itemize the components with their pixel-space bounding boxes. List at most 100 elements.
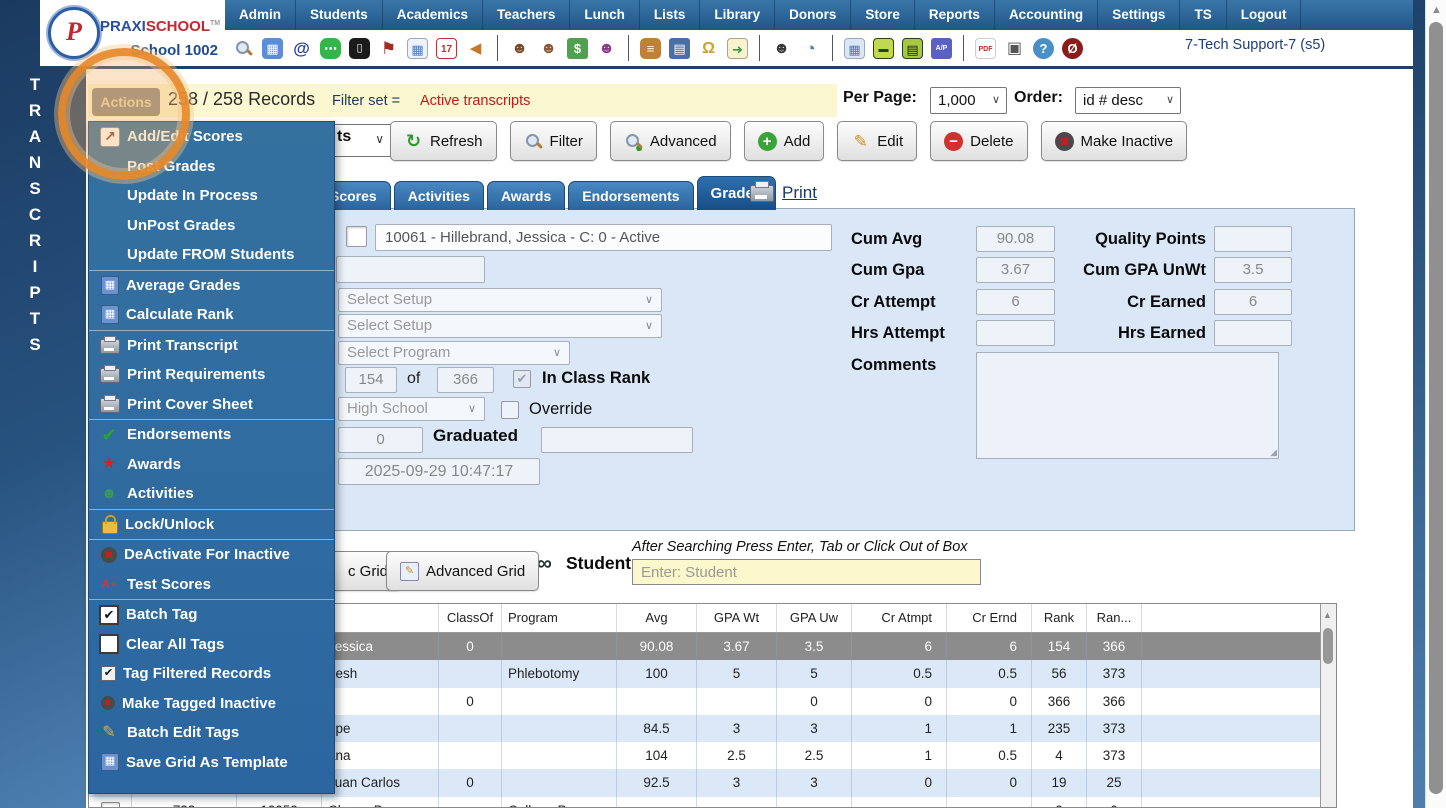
phone-icon[interactable]: ▯ <box>349 37 370 59</box>
alarm-clock-icon[interactable]: ◔ <box>800 38 821 59</box>
flag-icon[interactable]: ⚑ <box>378 38 399 59</box>
column-header[interactable]: Avg <box>617 604 697 632</box>
scroll-up-icon[interactable]: ▲ <box>1323 610 1332 620</box>
nav-lunch[interactable]: Lunch <box>570 0 640 30</box>
menu-calculate-rank[interactable]: ▦ Calculate Rank <box>89 300 334 330</box>
menu-print-cover-sheet[interactable]: Print Cover Sheet <box>89 390 334 420</box>
make-inactive-button[interactable]: Make Inactive <box>1040 121 1188 161</box>
nav-academics[interactable]: Academics <box>383 0 484 30</box>
nav-settings[interactable]: Settings <box>1098 0 1181 30</box>
hrs-earned-field[interactable] <box>1214 320 1292 346</box>
menu-print-requirements[interactable]: Print Requirements <box>89 360 334 390</box>
nav-admin[interactable]: Admin <box>225 0 296 30</box>
nav-students[interactable]: Students <box>296 0 383 30</box>
cash-register-icon[interactable]: ▣ <box>1004 38 1025 59</box>
menu-save-grid-as-template[interactable]: ▦ Save Grid As Template <box>89 748 334 778</box>
browser-scrollbar[interactable]: ▲ <box>1425 0 1446 808</box>
toolbar-divider[interactable] <box>628 35 629 61</box>
school-level-select[interactable]: High School ∨ <box>338 397 485 421</box>
column-header[interactable]: Program <box>502 604 617 632</box>
advanced-button[interactable]: Advanced <box>609 121 731 161</box>
grid-scrollbar-thumb[interactable] <box>1323 628 1333 664</box>
tab-endorsements[interactable]: Endorsements <box>568 181 694 210</box>
toolbar-divider[interactable] <box>832 35 833 61</box>
column-header[interactable] <box>322 604 439 632</box>
toolbar-divider[interactable] <box>497 35 498 61</box>
student-search-input[interactable] <box>632 559 981 585</box>
student-icon[interactable]: ☻ <box>538 38 559 59</box>
menu-print-transcript[interactable]: Print Transcript <box>89 329 334 361</box>
menu-awards[interactable]: ★ Awards <box>89 450 334 480</box>
money-icon[interactable]: $ <box>567 37 588 59</box>
column-header[interactable]: GPA Uw <box>777 604 852 632</box>
class-rank-total-field[interactable]: 366 <box>437 367 494 393</box>
override-checkbox[interactable] <box>501 401 519 419</box>
nav-teachers[interactable]: Teachers <box>483 0 571 30</box>
tab-activities[interactable]: Activities <box>393 181 484 210</box>
menu-batch-tag[interactable]: ✔ Batch Tag <box>89 599 334 630</box>
menu-endorsements[interactable]: ✔ Endorsements <box>89 419 334 450</box>
staff-icon[interactable]: ☻ <box>771 38 792 59</box>
bell-icon[interactable]: Ω <box>698 38 719 59</box>
toolbar-divider[interactable] <box>759 35 760 61</box>
tab-awards[interactable]: Awards <box>486 181 566 210</box>
menu-make-tagged-inactive[interactable]: Make Tagged Inactive <box>89 689 334 719</box>
help-icon[interactable]: ? <box>1033 37 1054 59</box>
nav-library[interactable]: Library <box>700 0 776 30</box>
browser-scrollbar-thumb[interactable] <box>1429 22 1443 794</box>
spreadsheet-icon[interactable]: ▦ <box>844 37 865 59</box>
graduated-date-field[interactable] <box>541 427 693 453</box>
column-header[interactable]: Ran... <box>1087 604 1142 632</box>
menu-lock-unlock[interactable]: Lock/Unlock <box>89 508 334 540</box>
nav-ts[interactable]: TS <box>1180 0 1227 30</box>
nav-donors[interactable]: Donors <box>775 0 852 30</box>
menu-update-from-students[interactable]: Update FROM Students <box>89 240 334 270</box>
stop-icon[interactable]: Ø <box>1062 37 1083 59</box>
class-rank-field[interactable]: 154 <box>345 367 397 393</box>
lunch-icon[interactable]: ≡ <box>640 37 661 59</box>
column-header[interactable]: ClassOf <box>439 604 502 632</box>
last-updated-field[interactable]: 2025-09-29 10:47:17 <box>338 458 540 485</box>
scroll-up-icon[interactable]: ▲ <box>1431 4 1442 16</box>
column-header[interactable]: GPA Wt <box>697 604 777 632</box>
apps-icon[interactable]: ▦ <box>262 37 283 59</box>
row-checkbox[interactable] <box>101 801 120 807</box>
nav-accounting[interactable]: Accounting <box>995 0 1099 30</box>
megaphone-icon[interactable]: ◀ <box>465 38 486 59</box>
add-student-icon[interactable]: ☻ <box>509 38 530 59</box>
search-icon[interactable] <box>233 38 254 59</box>
column-header[interactable]: Cr Atmpt <box>852 604 947 632</box>
menu-unpost-grades[interactable]: UnPost Grades <box>89 211 334 241</box>
menu-clear-all-tags[interactable]: Clear All Tags <box>89 630 334 660</box>
calendar-icon[interactable]: ▦ <box>407 37 428 59</box>
filter-button[interactable]: Filter <box>509 121 597 161</box>
table-row[interactable]: 72210052Clover, Bryson College Prepar 00 <box>89 796 1321 807</box>
secondary-field[interactable] <box>336 256 485 283</box>
nav-lists[interactable]: Lists <box>640 0 701 30</box>
cheque-printer-icon[interactable]: ▤ <box>902 37 923 59</box>
cheque-icon[interactable]: ▬ <box>873 37 894 59</box>
menu-post-grades[interactable]: Post Grades <box>89 152 334 182</box>
advanced-grid-button[interactable]: ✎ Advanced Grid <box>386 551 540 591</box>
delete-button[interactable]: − Delete <box>930 121 1028 161</box>
menu-tag-filtered-records[interactable]: ✔ Tag Filtered Records <box>89 659 334 689</box>
student-tag-checkbox[interactable] <box>346 226 367 247</box>
comments-textarea[interactable] <box>976 352 1279 459</box>
refresh-button[interactable]: ↻ Refresh <box>390 121 497 161</box>
nav-reports[interactable]: Reports <box>915 0 995 30</box>
cr-earned-field[interactable]: 6 <box>1214 289 1292 315</box>
order-select[interactable]: id # desc ∨ <box>1075 87 1181 114</box>
menu-average-grades[interactable]: ▦ Average Grades <box>89 269 334 301</box>
add-button[interactable]: + Add <box>743 121 825 161</box>
ap-icon[interactable]: A/P <box>931 37 952 59</box>
edit-button[interactable]: ✎ Edit <box>837 121 918 161</box>
chat-icon[interactable]: ⋯ <box>320 37 341 59</box>
actions-button[interactable]: Actions <box>92 88 160 116</box>
send-note-icon[interactable]: ➜ <box>727 37 748 59</box>
in-class-rank-checkbox[interactable]: ✔ <box>513 370 531 388</box>
library-icon[interactable]: ▤ <box>669 37 690 59</box>
setup-select-2[interactable]: Select Setup ∨ <box>338 314 662 338</box>
print-link[interactable]: Print <box>782 183 817 203</box>
menu-update-in-process[interactable]: Update In Process <box>89 181 334 211</box>
menu-batch-edit-tags[interactable]: ✎ Batch Edit Tags <box>89 718 334 748</box>
